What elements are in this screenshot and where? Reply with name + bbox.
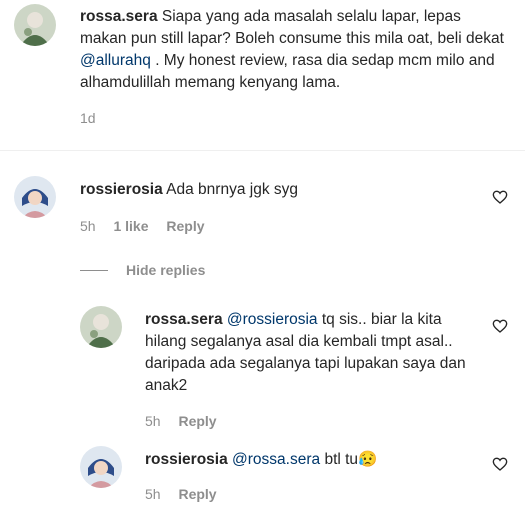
hide-replies-row[interactable]: Hide replies <box>80 262 205 278</box>
mention-link[interactable]: @rossa.sera <box>232 451 320 468</box>
comment-text: rossa.sera Siapa yang ada masalah selalu… <box>80 6 510 94</box>
reply-button[interactable]: Reply <box>178 486 216 502</box>
likes-count[interactable]: 1 like <box>113 218 148 234</box>
heart-outline-icon[interactable] <box>492 189 508 205</box>
timestamp: 5h <box>145 486 161 502</box>
timestamp: 1d <box>80 110 96 126</box>
mention-link[interactable]: @allurahq <box>80 52 151 69</box>
timestamp: 5h <box>145 413 161 429</box>
reply-meta: 5h Reply <box>145 413 231 429</box>
reply-button[interactable]: Reply <box>178 413 216 429</box>
divider <box>0 150 525 151</box>
reply-text: rossierosia @rossa.sera btl tu😥 <box>145 449 475 471</box>
comment-meta: 5h 1 like Reply <box>80 218 219 234</box>
avatar[interactable] <box>14 4 56 46</box>
hide-replies-button[interactable]: Hide replies <box>126 262 205 278</box>
heart-outline-icon[interactable] <box>492 456 508 472</box>
avatar[interactable] <box>80 306 122 348</box>
reply-body: btl tu <box>320 451 359 468</box>
username[interactable]: rossierosia <box>145 451 228 468</box>
avatar[interactable] <box>14 176 56 218</box>
comment-body: Ada bnrnya jgk syg <box>166 181 298 198</box>
comment-text: rossierosia Ada bnrnya jgk syg <box>80 179 480 201</box>
mention-link[interactable]: @rossierosia <box>227 311 318 328</box>
username[interactable]: rossa.sera <box>145 311 223 328</box>
comment-meta: 1d <box>80 110 110 126</box>
hide-replies-line <box>80 269 108 271</box>
reply-button[interactable]: Reply <box>166 218 204 234</box>
sad-face-emoji: 😥 <box>358 451 378 468</box>
reply-text: rossa.sera @rossierosia tq sis.. biar la… <box>145 309 475 397</box>
reply-meta: 5h Reply <box>145 486 231 502</box>
avatar[interactable] <box>80 446 122 488</box>
heart-outline-icon[interactable] <box>492 318 508 334</box>
username[interactable]: rossierosia <box>80 181 163 198</box>
username[interactable]: rossa.sera <box>80 8 158 25</box>
timestamp: 5h <box>80 218 96 234</box>
